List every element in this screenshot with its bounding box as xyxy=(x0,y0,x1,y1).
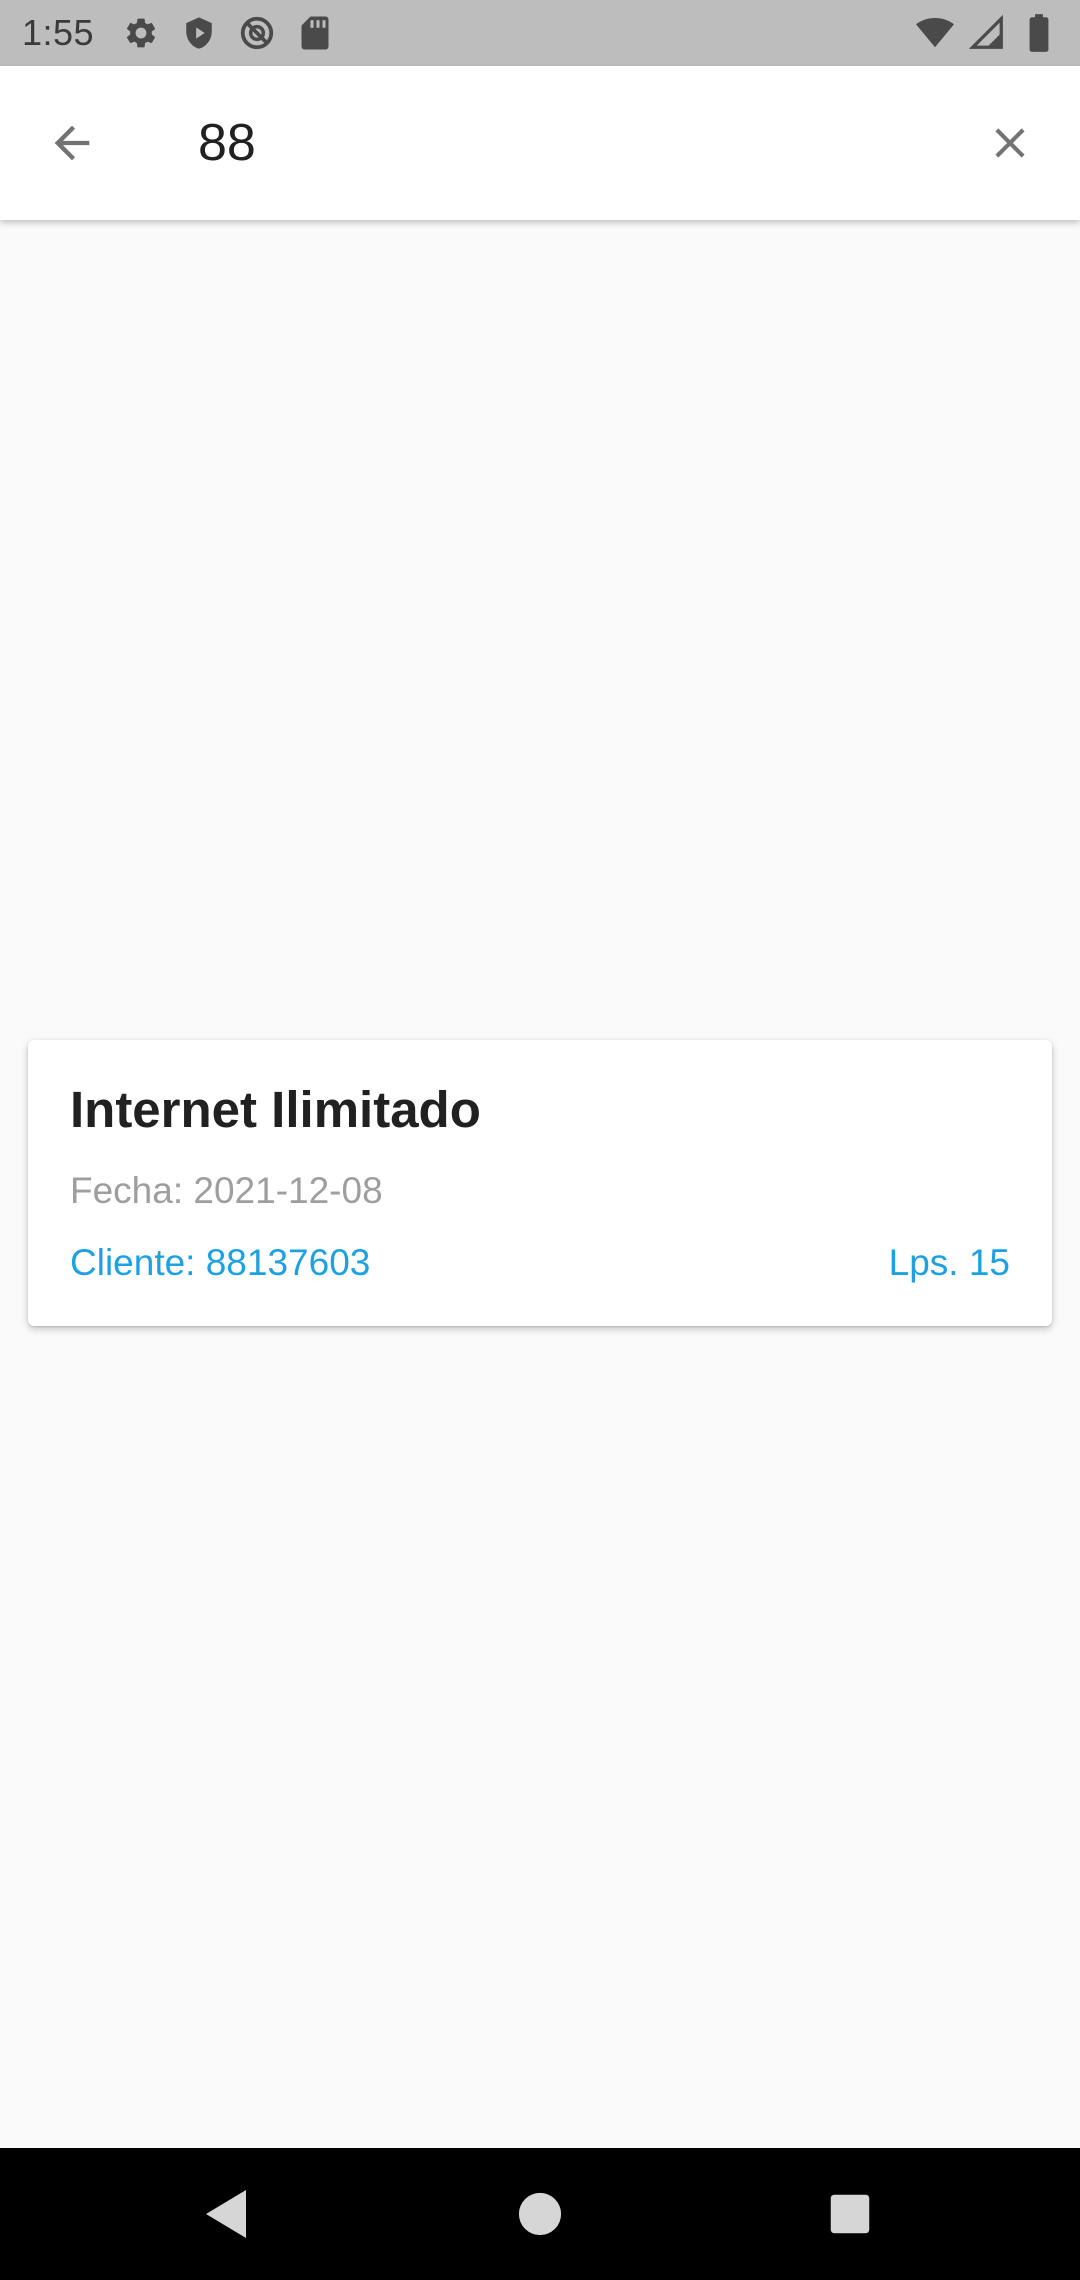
arrow-left-icon xyxy=(54,125,90,161)
card-amount: Lps. 15 xyxy=(888,1242,1010,1283)
status-bar: 1:55 xyxy=(0,0,1080,66)
nav-recents-button[interactable] xyxy=(808,2172,892,2256)
battery-icon xyxy=(1020,14,1058,52)
status-icons-right xyxy=(916,14,1058,52)
status-icons-left xyxy=(122,14,334,52)
back-button[interactable] xyxy=(40,111,104,175)
result-card[interactable]: Internet Ilimitado Fecha: 2021-12-08 Cli… xyxy=(28,1040,1052,1326)
nav-back-button[interactable] xyxy=(184,2172,268,2256)
settings-icon xyxy=(122,14,160,52)
nav-back-icon xyxy=(206,2190,246,2238)
close-icon xyxy=(995,128,1025,158)
card-client: Cliente: 88137603 xyxy=(70,1242,371,1283)
play-protect-icon xyxy=(180,14,218,52)
clear-search-button[interactable] xyxy=(978,111,1042,175)
card-title: Internet Ilimitado xyxy=(70,1081,481,1138)
nav-home-button[interactable] xyxy=(498,2172,582,2256)
no-disturb-icon xyxy=(238,14,276,52)
cell-signal-icon xyxy=(968,14,1006,52)
search-app-bar xyxy=(0,66,1080,220)
navigation-bar xyxy=(0,2148,1080,2280)
nav-recents-icon xyxy=(830,2194,870,2234)
sd-card-icon xyxy=(296,14,334,52)
nav-home-icon xyxy=(518,2192,562,2236)
search-input[interactable] xyxy=(198,106,958,180)
wifi-icon xyxy=(916,14,954,52)
card-date: Fecha: 2021-12-08 xyxy=(70,1170,383,1211)
status-time: 1:55 xyxy=(22,12,95,53)
